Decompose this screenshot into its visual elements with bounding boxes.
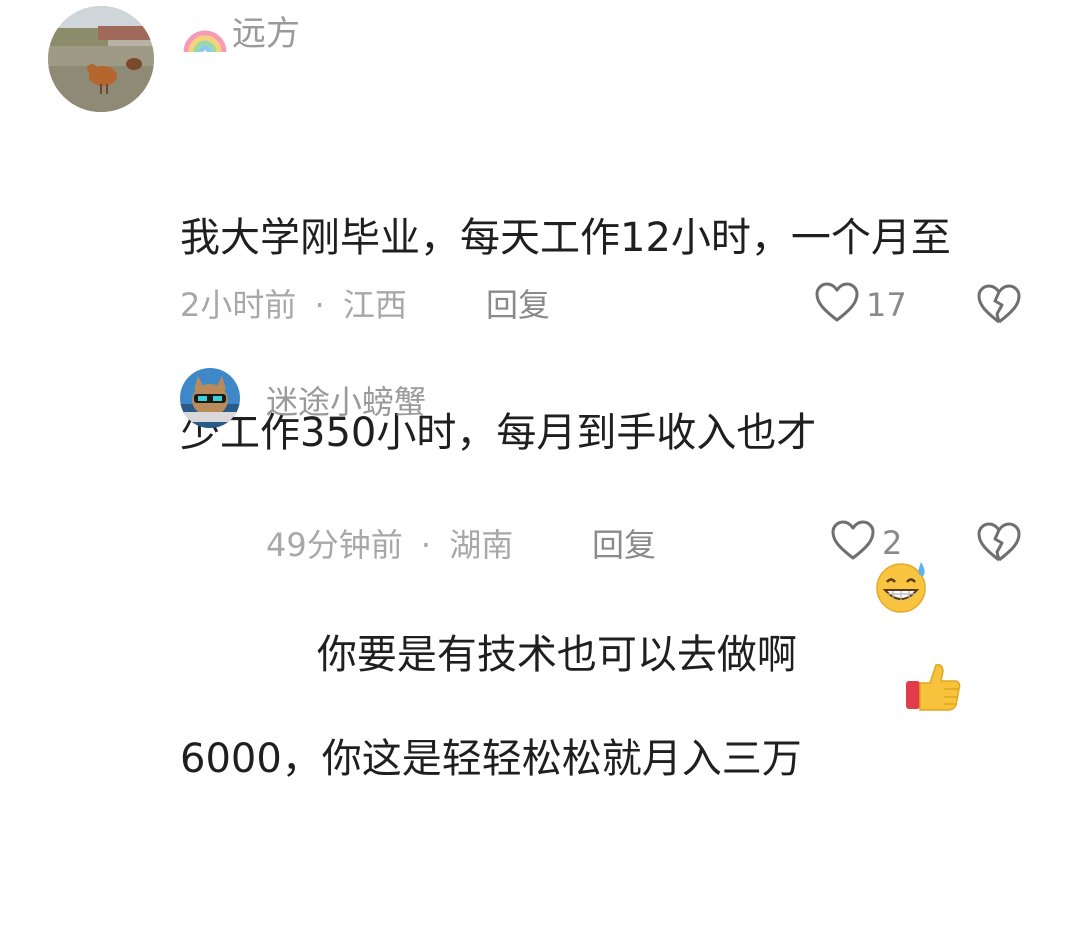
- comment-1: 远方 我大学刚毕业，每天工作12小时，一个月至 少工作350小时，每月到手收入也…: [0, 0, 1080, 782]
- broken-heart-outline-icon[interactable]: [976, 522, 1022, 568]
- comment-2: 迷途小螃蟹 你要是有技术也可以去做啊 49分钟前 · 湖南 回复 2: [0, 340, 1080, 678]
- location: 江西: [342, 286, 407, 324]
- like-count: 17: [866, 286, 907, 324]
- comment-meta: 49分钟前 · 湖南: [266, 524, 513, 566]
- separator: ·: [420, 526, 432, 564]
- timestamp: 49分钟前: [266, 526, 403, 564]
- location: 湖南: [449, 526, 514, 564]
- like-button[interactable]: 2: [830, 520, 902, 566]
- username[interactable]: 远方: [232, 14, 300, 54]
- avatar[interactable]: [48, 6, 154, 112]
- comment-meta: 2小时前 · 江西: [180, 284, 407, 326]
- broken-heart-outline-icon[interactable]: [976, 284, 1022, 330]
- heart-outline-icon: [814, 282, 860, 328]
- timestamp: 2小时前: [180, 286, 297, 324]
- like-count: 2: [882, 524, 903, 562]
- reply-button[interactable]: 回复: [592, 524, 656, 566]
- username[interactable]: 迷途小螃蟹: [266, 382, 426, 422]
- reply-button[interactable]: 回复: [486, 284, 550, 326]
- rainbow-icon: [182, 14, 228, 54]
- separator: ·: [314, 286, 325, 324]
- avatar[interactable]: [180, 368, 240, 428]
- comment-text-line: 我大学刚毕业，每天工作12小时，一个月至: [180, 215, 951, 261]
- like-button[interactable]: 17: [814, 282, 907, 328]
- heart-outline-icon: [830, 520, 876, 566]
- comment-text: 你要是有技术也可以去做啊: [266, 438, 931, 751]
